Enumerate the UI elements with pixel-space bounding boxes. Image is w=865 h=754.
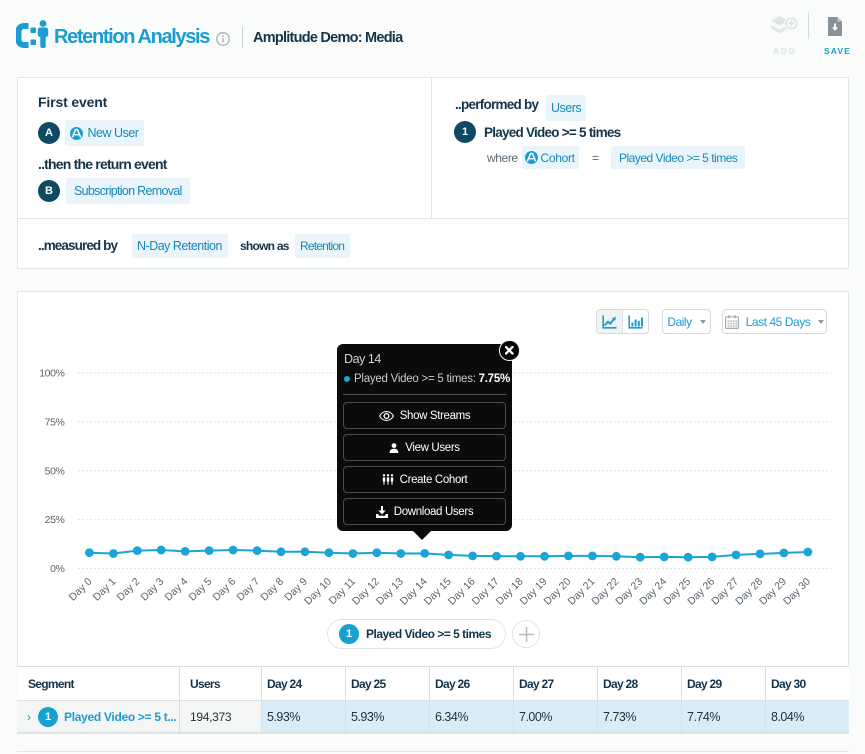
svg-text:Day 2: Day 2	[115, 576, 143, 604]
svg-text:Day 3: Day 3	[138, 576, 166, 604]
svg-text:Day 5: Day 5	[186, 576, 214, 604]
svg-text:Day 0: Day 0	[67, 576, 95, 604]
svg-text:0%: 0%	[50, 563, 64, 575]
svg-text:100%: 100%	[39, 368, 64, 380]
svg-text:Day 7: Day 7	[234, 576, 262, 604]
svg-text:Day 8: Day 8	[258, 576, 286, 604]
svg-text:Day 4: Day 4	[162, 576, 190, 604]
svg-text:Day 30: Day 30	[781, 576, 813, 608]
svg-text:Day 6: Day 6	[210, 576, 238, 604]
svg-text:25%: 25%	[45, 514, 65, 526]
svg-text:75%: 75%	[45, 416, 65, 428]
svg-text:Day 1: Day 1	[91, 576, 119, 604]
svg-text:50%: 50%	[45, 465, 65, 477]
svg-text:Day 10: Day 10	[302, 576, 334, 608]
